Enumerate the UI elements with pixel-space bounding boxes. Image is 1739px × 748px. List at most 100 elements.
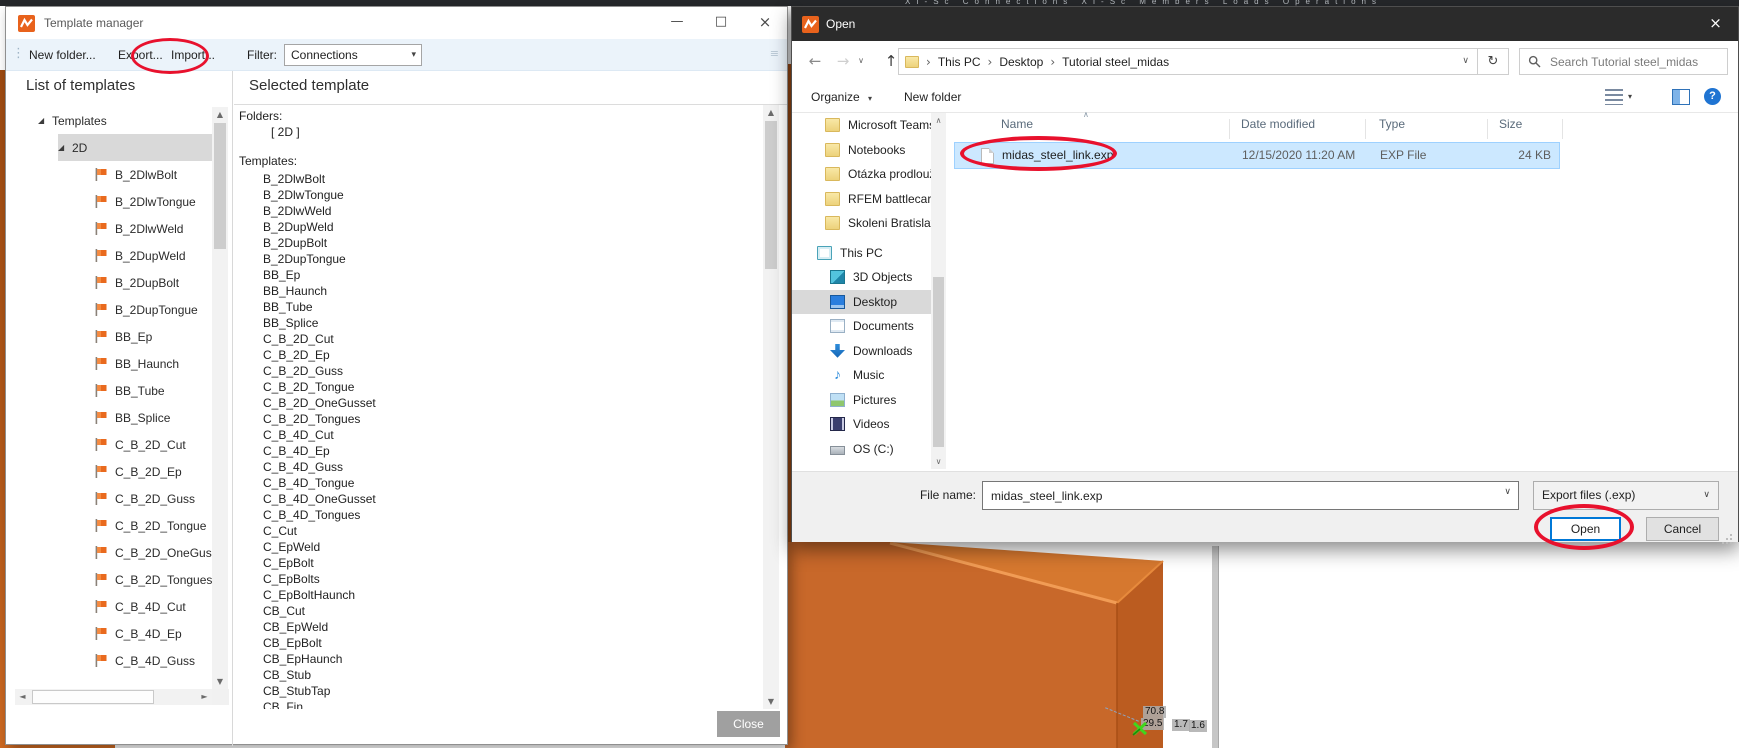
open-dialog-titlebar[interactable]: Open ×	[792, 7, 1738, 41]
nav-location-item[interactable]: 3D Objects	[792, 265, 931, 290]
refresh-icon[interactable]: ↻	[1478, 48, 1509, 75]
back-icon[interactable]: ←	[802, 41, 828, 81]
scrollbar-thumb[interactable]	[765, 121, 777, 269]
selected-template-item[interactable]: CB_EpWeld	[263, 619, 743, 635]
selected-template-item[interactable]: BB_Ep	[263, 267, 743, 283]
search-box[interactable]	[1519, 48, 1728, 75]
column-header-type[interactable]: Type	[1379, 117, 1405, 131]
tree-template-item[interactable]: C_B_2D_Ep	[15, 458, 212, 485]
file-name-combo[interactable]: ∨	[982, 481, 1519, 510]
scroll-down-icon[interactable]: ∨	[931, 454, 946, 469]
selected-template-item[interactable]: C_EpBolt	[263, 555, 743, 571]
nav-location-item[interactable]: Documents	[792, 314, 931, 339]
close-icon[interactable]: ×	[743, 7, 787, 39]
minimize-icon[interactable]: —	[655, 7, 699, 39]
scrollbar-thumb[interactable]	[933, 277, 944, 447]
nav-folder-item[interactable]: Microsoft Teams	[792, 113, 931, 138]
selected-template-item[interactable]: C_B_2D_OneGusset	[263, 395, 743, 411]
tree-template-item[interactable]: C_B_4D_Guss	[15, 647, 212, 674]
selected-template-item[interactable]: B_2DlwTongue	[263, 187, 743, 203]
tree-template-item[interactable]: BB_Splice	[15, 404, 212, 431]
nav-folder-item[interactable]: Otázka prodlouž	[792, 162, 931, 187]
address-chevron-icon[interactable]: ∨	[1462, 49, 1469, 74]
selected-template-item[interactable]: CB_EpHaunch	[263, 651, 743, 667]
nav-location-item[interactable]: Downloads	[792, 339, 931, 364]
scrollbar-thumb[interactable]	[214, 123, 226, 249]
tree-template-item[interactable]: BB_Ep	[15, 323, 212, 350]
nav-folder-item[interactable]: Notebooks	[792, 138, 931, 163]
selected-template-item[interactable]: C_B_4D_Cut	[263, 427, 743, 443]
nav-location-item[interactable]: Videos	[792, 412, 931, 437]
tree-template-item[interactable]: B_2DlwWeld	[15, 215, 212, 242]
viewport-scroll-strip[interactable]	[1212, 546, 1219, 748]
scrollbar-thumb[interactable]	[32, 690, 154, 704]
column-header-name[interactable]: Name	[1001, 117, 1033, 131]
nav-location-item[interactable]: Desktop	[792, 289, 931, 314]
nav-location-item[interactable]: Pictures	[792, 388, 931, 413]
scroll-up-icon[interactable]: ▲	[763, 105, 779, 120]
selected-template-item[interactable]: C_B_2D_Tongue	[263, 379, 743, 395]
tree-template-item[interactable]: C_B_2D_Cut	[15, 431, 212, 458]
selected-template-item[interactable]: C_B_2D_Guss	[263, 363, 743, 379]
column-header-size[interactable]: Size	[1499, 117, 1522, 131]
close-button[interactable]: Close	[717, 711, 780, 737]
preview-pane-icon[interactable]	[1672, 89, 1690, 105]
tree-template-item[interactable]: B_2DupBolt	[15, 269, 212, 296]
tree-template-item[interactable]: B_2DupWeld	[15, 242, 212, 269]
selected-template-scrollbar[interactable]: ▲ ▼	[763, 105, 779, 709]
view-chevron-icon[interactable]: ▾	[1628, 81, 1632, 113]
tree-template-item[interactable]: C_B_2D_Tongues	[15, 566, 212, 593]
file-name-input[interactable]	[989, 484, 1489, 507]
maximize-icon[interactable]: □	[699, 7, 743, 39]
selected-template-item[interactable]: C_EpWeld	[263, 539, 743, 555]
scroll-up-icon[interactable]: ∧	[931, 113, 946, 128]
selected-template-item[interactable]: C_Cut	[263, 523, 743, 539]
tree-vertical-scrollbar[interactable]: ▲ ▼	[212, 107, 228, 689]
tree-item-templates-root[interactable]: ◢ Templates	[15, 107, 212, 134]
help-icon[interactable]: ?	[1704, 88, 1721, 105]
selected-template-item[interactable]: C_B_2D_Tongues	[263, 411, 743, 427]
breadcrumb-segment[interactable]: Desktop	[999, 55, 1043, 69]
tree-template-item[interactable]: B_2DlwTongue	[15, 188, 212, 215]
selected-template-item[interactable]: CB_StubTap	[263, 683, 743, 699]
tree-template-item[interactable]: C_B_2D_Guss	[15, 485, 212, 512]
tree-template-item[interactable]: B_2DupTongue	[15, 296, 212, 323]
tree-template-item[interactable]: C_B_2D_OneGusset	[15, 539, 212, 566]
tree-template-item[interactable]: B_2DlwBolt	[15, 161, 212, 188]
forward-icon[interactable]: →	[830, 41, 856, 81]
new-folder-button[interactable]: New folder	[904, 81, 961, 113]
tree-template-item[interactable]: BB_Tube	[15, 377, 212, 404]
column-header-date[interactable]: Date modified	[1241, 117, 1315, 131]
selected-template-item[interactable]: C_B_4D_Tongues	[263, 507, 743, 523]
selected-template-item[interactable]: CB_Fin	[263, 699, 743, 709]
nav-folder-item[interactable]: Skoleni Bratislav	[792, 211, 931, 236]
nav-folder-item[interactable]: RFEM battlecard	[792, 187, 931, 212]
nav-pane-scrollbar[interactable]: ∧ ∨	[931, 113, 946, 469]
selected-template-item[interactable]: CB_EpBolt	[263, 635, 743, 651]
tree-template-item[interactable]: C_B_4D_Cut	[15, 593, 212, 620]
template-manager-titlebar[interactable]: Template manager — □ ×	[6, 7, 787, 39]
scroll-up-icon[interactable]: ▲	[212, 107, 228, 122]
close-icon[interactable]: ×	[1693, 7, 1738, 41]
expander-icon[interactable]: ◢	[58, 143, 72, 152]
tree-template-item[interactable]: C_B_4D_Ep	[15, 620, 212, 647]
selected-template-item[interactable]: B_2DlwBolt	[263, 171, 743, 187]
selected-template-item[interactable]: C_B_2D_Cut	[263, 331, 743, 347]
selected-template-item[interactable]: CB_Stub	[263, 667, 743, 683]
scroll-left-icon[interactable]: ◄	[15, 689, 30, 705]
new-folder-button[interactable]: New folder...	[29, 39, 96, 71]
chevron-down-icon[interactable]: ∨	[1504, 487, 1511, 497]
expander-icon[interactable]: ◢	[38, 116, 52, 125]
scroll-right-icon[interactable]: ►	[197, 689, 212, 705]
resize-grip[interactable]	[1730, 534, 1732, 536]
selected-template-item[interactable]: BB_Haunch	[263, 283, 743, 299]
selected-template-item[interactable]: CB_Cut	[263, 603, 743, 619]
selected-template-item[interactable]: C_EpBoltHaunch	[263, 587, 743, 603]
nav-this-pc[interactable]: This PC	[792, 241, 931, 266]
selected-template-item[interactable]: C_B_4D_Guss	[263, 459, 743, 475]
breadcrumb-segment[interactable]: This PC	[938, 55, 981, 69]
tree-horizontal-scrollbar[interactable]: ◄ ►	[15, 689, 212, 705]
search-input[interactable]	[1548, 50, 1723, 73]
selected-template-item[interactable]: C_EpBolts	[263, 571, 743, 587]
selected-template-item[interactable]: C_B_4D_Ep	[263, 443, 743, 459]
